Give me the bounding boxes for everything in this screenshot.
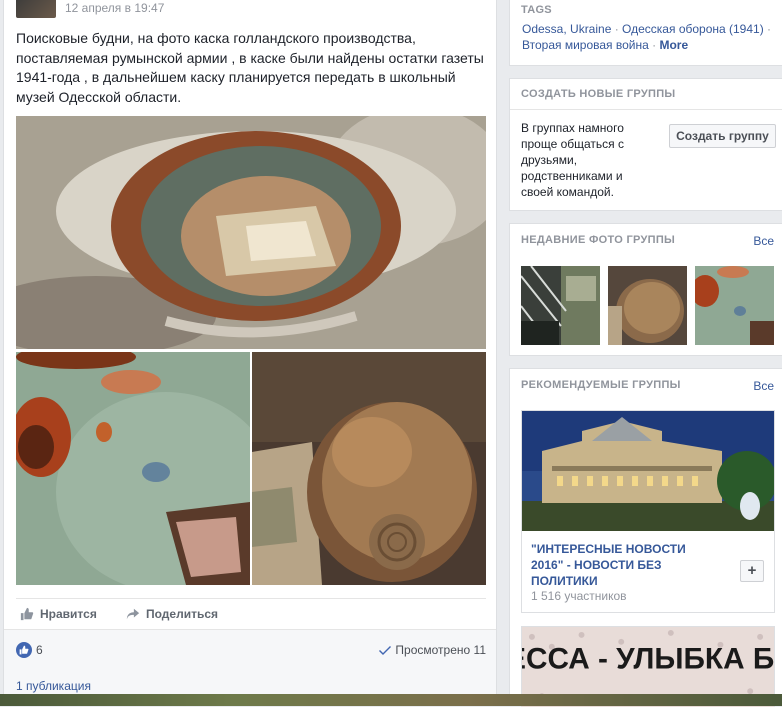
helmet-inside-photo[interactable] [16,116,486,349]
group-cover-image[interactable] [522,411,774,531]
like-count[interactable]: 6 [36,643,43,657]
post-actions: Нравится Поделиться [16,598,486,628]
post-text: Поисковые будни, на фото каска голландск… [16,30,484,105]
seen-counter[interactable]: Просмотрено 11 [379,643,486,657]
recommended-groups-box: РЕКОМЕНДУЕМЫЕ ГРУППЫ Все "ИНТЕРЕСНЫЕ НОВ… [509,368,782,707]
group-card: "ИНТЕРЕСНЫЕ НОВОСТИ 2016" - НОВОСТИ БЕЗ … [521,410,775,613]
divider [510,109,782,110]
create-group-text: В группах намного проще общаться с друзь… [521,121,625,199]
recent-photo-thumb[interactable] [521,266,600,345]
author-avatar[interactable] [16,0,56,18]
post-card: 12 апреля в 19:47 Поисковые будни, на фо… [3,0,497,694]
seen-label: Просмотрено 11 [395,643,486,657]
tag-link[interactable]: Вторая мировая война [522,38,649,52]
recent-photos-all-link[interactable]: Все [753,234,774,248]
recent-photos-box: НЕДАВНИЕ ФОТО ГРУППЫ Все [509,223,782,356]
create-group-title: СОЗДАТЬ НОВЫЕ ГРУППЫ [521,88,676,100]
tags-box: TAGS Odessa, Ukraine · Одесская оборона … [509,0,782,66]
post-timestamp[interactable]: 12 апреля в 19:47 [65,1,164,15]
tags-list: Odessa, Ukraine · Одесская оборона (1941… [522,21,780,53]
recommended-groups-all-link[interactable]: Все [753,379,774,393]
tag-separator: · [611,22,623,36]
tags-more-link[interactable]: More [659,38,688,52]
share-arrow-icon [126,608,140,620]
group-2-sign-text: ОДЕССА - УЛЫБКА БОГА [522,643,774,676]
like-label: Нравится [40,607,97,621]
post-reactions: 6 Просмотрено 11 1 публикация [4,629,496,694]
thumbs-up-icon [20,607,34,621]
tags-title: TAGS [521,4,552,16]
like-badge-icon[interactable] [16,642,32,658]
group-name-link[interactable]: "ИНТЕРЕСНЫЕ НОВОСТИ 2016" - НОВОСТИ БЕЗ … [531,541,701,589]
recent-photo-thumb[interactable] [608,266,687,345]
create-group-button[interactable]: Создать группу [669,124,776,148]
recommended-groups-title: РЕКОМЕНДУЕМЫЕ ГРУППЫ [521,379,681,391]
recent-photo-thumb[interactable] [695,266,774,345]
helmet-closeup-photo[interactable] [16,352,250,585]
bottom-strip [0,694,782,706]
recent-photos-title: НЕДАВНИЕ ФОТО ГРУППЫ [521,234,676,246]
create-group-box: СОЗДАТЬ НОВЫЕ ГРУППЫ В группах намного п… [509,78,782,211]
group-members-count: 1 516 участников [531,589,627,603]
tag-separator: · [763,22,772,36]
checkmark-icon [379,646,392,655]
helmet-outside-photo[interactable] [252,352,486,585]
share-button[interactable]: Поделиться [126,607,218,621]
like-button[interactable]: Нравится [20,607,97,621]
tag-separator: · [648,38,660,52]
tag-link[interactable]: Odessa, Ukraine [522,22,611,36]
join-group-button[interactable]: + [740,560,764,582]
share-label: Поделиться [146,607,219,621]
tag-link[interactable]: Одесская оборона (1941) [622,22,764,36]
publications-link[interactable]: 1 публикация [16,679,91,693]
